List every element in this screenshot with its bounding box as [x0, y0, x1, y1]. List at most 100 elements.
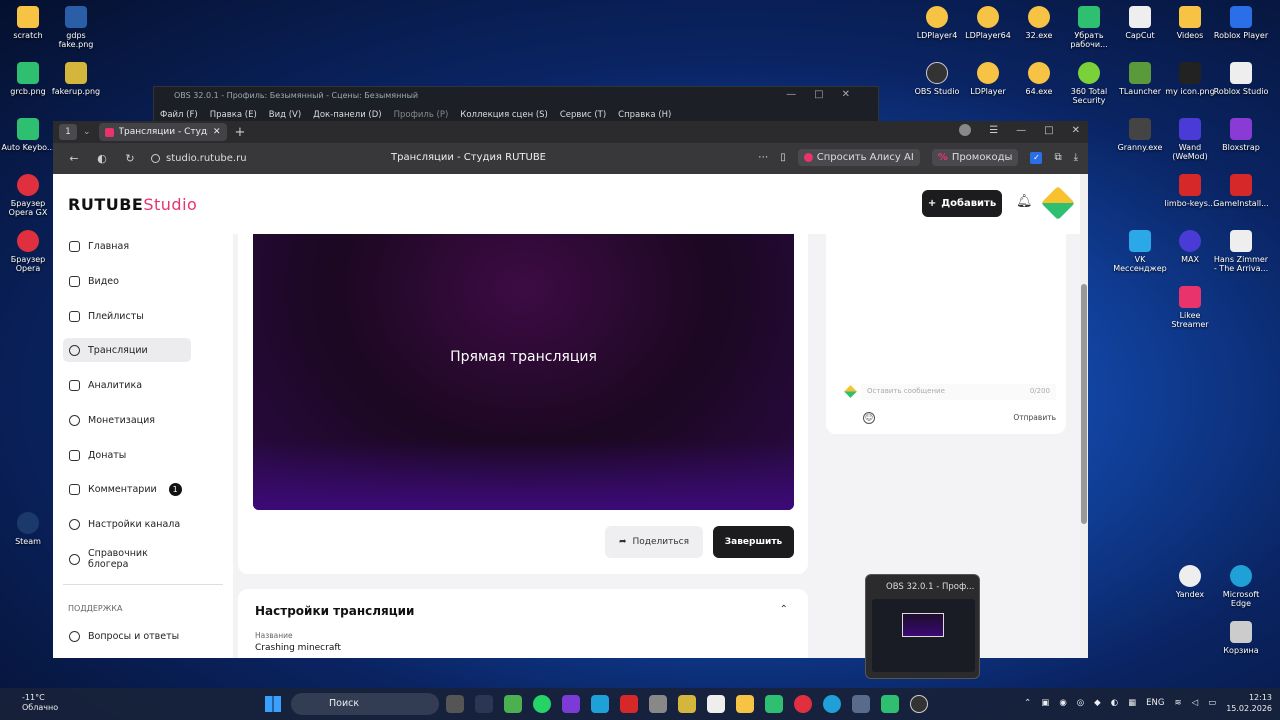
desktop-icon-operagx[interactable]: Браузер Opera GX: [0, 174, 56, 217]
desktop-icon-likee[interactable]: Likee Streamer: [1162, 286, 1218, 329]
rutube-studio-logo[interactable]: RUTUBEStudio: [68, 195, 197, 214]
desktop-icon-limbo[interactable]: limbo-keys...: [1162, 174, 1218, 208]
bell-icon[interactable]: 🔔︎: [1016, 194, 1033, 209]
desktop-icon-ldplayer4[interactable]: LDPlayer4: [909, 6, 965, 40]
taskbar-preview-obs[interactable]: OBS 32.0.1 - Проф...: [865, 574, 980, 679]
sidebar-item-home[interactable]: Главная: [63, 234, 191, 258]
maximize-button[interactable]: □: [1044, 125, 1053, 136]
sidebar-item-analytics[interactable]: Аналитика: [63, 373, 191, 397]
obs-menu-edit[interactable]: Правка (E): [210, 110, 257, 120]
sidebar-item-comments[interactable]: Комментарии 1: [63, 477, 191, 501]
back-icon[interactable]: ←: [67, 152, 81, 165]
app-icon-2[interactable]: [504, 695, 522, 713]
desktop-icon-videos[interactable]: Videos: [1162, 6, 1218, 40]
desktop-icon-edge[interactable]: Microsoft Edge: [1213, 565, 1269, 608]
desktop-icon-gameinstall[interactable]: GameInstall...: [1213, 174, 1269, 208]
obs-window[interactable]: OBS 32.0.1 - Профиль: Безымянный - Сцены…: [153, 86, 879, 126]
desktop-icon-hans-zimmer[interactable]: Hans Zimmer - The Arriva...: [1213, 230, 1269, 273]
promo-button[interactable]: % Промокоды: [931, 149, 1019, 166]
desktop-icon-hide-desktop[interactable]: Убрать рабочи...: [1061, 6, 1117, 49]
desktop-icon-opera[interactable]: Браузер Opera: [0, 230, 56, 273]
close-button[interactable]: ✕: [1072, 125, 1080, 136]
name-field-value[interactable]: Crashing minecraft: [255, 643, 341, 653]
chevron-up-icon[interactable]: ⌃: [780, 604, 788, 615]
obs-menu-view[interactable]: Вид (V): [269, 110, 301, 120]
tray-icon-6[interactable]: ▦: [1128, 698, 1136, 708]
new-tab-button[interactable]: +: [235, 125, 246, 140]
desktop-icon-360[interactable]: 360 Total Security: [1061, 62, 1117, 105]
extensions-icon[interactable]: ⧉: [1054, 152, 1061, 163]
desktop-icon-gdps[interactable]: gdps fake.png: [48, 6, 104, 49]
clock[interactable]: 12:13 15.02.2026: [1226, 692, 1272, 714]
more-icon[interactable]: ⋯: [758, 152, 768, 163]
tray-icon-3[interactable]: ◎: [1077, 698, 1084, 708]
tray-icon-2[interactable]: ◉: [1059, 698, 1066, 708]
battery-icon[interactable]: ▭: [1208, 698, 1216, 708]
sidebar-item-broadcasts[interactable]: Трансляции: [63, 338, 191, 362]
app-icon-4[interactable]: [562, 695, 580, 713]
obs-window-controls[interactable]: —□✕: [786, 89, 868, 100]
app-icon-5[interactable]: [591, 695, 609, 713]
obs-taskbar-icon[interactable]: [910, 695, 928, 713]
scrollbar-thumb[interactable]: [1081, 284, 1087, 524]
page-scrollbar[interactable]: [1080, 174, 1088, 658]
bookmark-icon[interactable]: ▯: [780, 152, 786, 163]
desktop-icon-roblox-studio[interactable]: Roblox Studio: [1213, 62, 1269, 96]
app-icon-8[interactable]: [678, 695, 696, 713]
reload-icon[interactable]: ↻: [123, 152, 137, 165]
download-icon[interactable]: ⤓: [1074, 152, 1078, 163]
desktop-icon-obs[interactable]: OBS Studio: [909, 62, 965, 96]
desktop-icon-32exe[interactable]: 32.exe: [1011, 6, 1067, 40]
sidebar-item-channel-settings[interactable]: Настройки канала: [63, 512, 191, 536]
sidebar-item-faq[interactable]: Вопросы и ответы: [63, 624, 191, 648]
tab-active[interactable]: Трансляции - Студия RUTUBE ✕: [98, 123, 227, 141]
tab-close-icon[interactable]: ✕: [213, 127, 221, 137]
sidebar-item-playlists[interactable]: Плейлисты: [63, 304, 191, 328]
desktop-icon-granny[interactable]: Granny.exe: [1112, 118, 1168, 152]
sidebar-item-monetization[interactable]: Монетизация: [63, 408, 191, 432]
app-icon-7[interactable]: [649, 695, 667, 713]
desktop-icon-recycle-bin[interactable]: Корзина: [1213, 621, 1269, 655]
task-view-icon[interactable]: [446, 695, 464, 713]
yandex-browser-icon[interactable]: [794, 695, 812, 713]
emoji-icon[interactable]: ☺: [863, 412, 875, 424]
tray-icon-1[interactable]: ▣: [1041, 698, 1049, 708]
tray-icon-5[interactable]: ◐: [1111, 698, 1118, 708]
desktop-icon-myicon[interactable]: my icon.png: [1162, 62, 1218, 96]
chat-message-input[interactable]: Оставить сообщение 0/200: [861, 384, 1056, 400]
obs-menu-tools[interactable]: Сервис (T): [560, 110, 606, 120]
desktop-icon-tlauncher[interactable]: TLauncher: [1112, 62, 1168, 96]
tray-icon-4[interactable]: ◆: [1094, 698, 1101, 708]
wifi-icon[interactable]: ≋: [1174, 698, 1181, 708]
sidebar-item-donations[interactable]: Донаты: [63, 443, 191, 467]
desktop-icon-64exe[interactable]: 64.exe: [1011, 62, 1067, 96]
sidebar-item-video[interactable]: Видео: [63, 269, 191, 293]
explorer-icon[interactable]: [736, 695, 754, 713]
desktop-icon-roblox-player[interactable]: Roblox Player: [1213, 6, 1269, 40]
alice-button[interactable]: Спросить Алису AI: [797, 149, 920, 166]
desktop-icon-fakerup[interactable]: fakerup.png: [48, 62, 104, 96]
whatsapp-icon[interactable]: [533, 695, 551, 713]
end-broadcast-button[interactable]: Завершить: [713, 526, 794, 558]
desktop-icon-bloxstrap[interactable]: Bloxstrap: [1213, 118, 1269, 152]
desktop-icon-steam[interactable]: Steam: [0, 512, 56, 546]
extension-check-icon[interactable]: ✓: [1030, 151, 1043, 164]
language-indicator[interactable]: ENG: [1146, 698, 1164, 708]
desktop-icon-wand[interactable]: Wand (WeMod): [1162, 118, 1218, 161]
desktop-icon-ldplayer64[interactable]: LDPlayer64: [960, 6, 1016, 40]
avatar[interactable]: [1041, 186, 1075, 220]
menu-icon[interactable]: ☰: [989, 125, 998, 136]
obs-menu-help[interactable]: Справка (H): [618, 110, 671, 120]
site-info-icon[interactable]: [151, 154, 160, 163]
desktop-icon-yandex[interactable]: Yandex: [1162, 565, 1218, 599]
chevron-up-icon[interactable]: ⌃: [1024, 698, 1031, 708]
start-button[interactable]: [265, 696, 281, 712]
add-button[interactable]: + Добавить: [922, 190, 1002, 217]
profile-icon[interactable]: [959, 124, 972, 136]
obs-menu-docks[interactable]: Док-панели (D): [313, 110, 381, 120]
desktop-icon-capcut[interactable]: CapCut: [1112, 6, 1168, 40]
app-icon-11[interactable]: [765, 695, 783, 713]
sidebar-item-blogger-guide[interactable]: Справочник блогера: [63, 547, 191, 571]
store-icon[interactable]: [852, 695, 870, 713]
app-icon-6[interactable]: [620, 695, 638, 713]
